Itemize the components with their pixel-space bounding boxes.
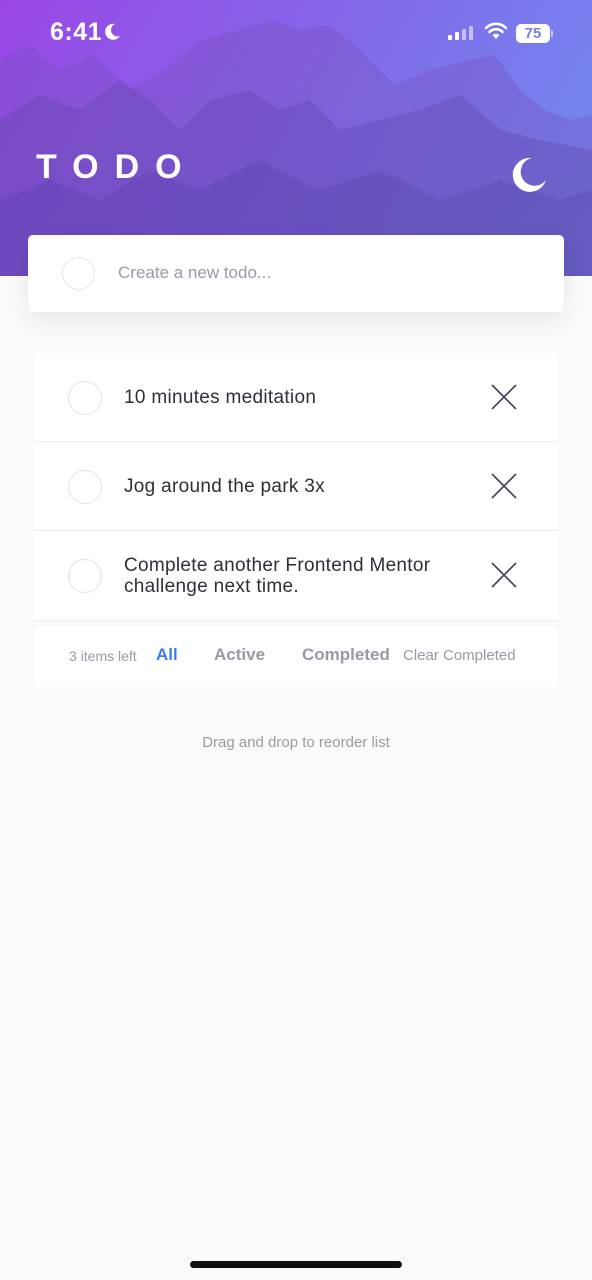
filter-completed[interactable]: Completed (302, 645, 390, 665)
todo-checkbox[interactable] (68, 381, 102, 415)
status-time: 6:41 (50, 18, 103, 46)
items-left-count: 3 items left (69, 648, 137, 664)
delete-cross-icon[interactable] (490, 383, 518, 411)
todo-text: Complete another Frontend Mentor challen… (124, 554, 431, 597)
battery-level: 75 (516, 24, 550, 43)
app-title: TODO (36, 148, 198, 186)
todo-checkbox[interactable] (68, 470, 102, 504)
home-indicator[interactable] (190, 1261, 402, 1268)
theme-toggle-moon-icon[interactable] (508, 154, 548, 194)
clear-completed-button[interactable]: Clear Completed (403, 647, 516, 664)
cellular-signal-icon (448, 26, 473, 40)
todo-item[interactable]: Complete another Frontend Mentor challen… (34, 531, 558, 621)
drag-drop-hint: Drag and drop to reorder list (202, 734, 390, 751)
focus-moon-icon (105, 23, 120, 40)
todo-item[interactable]: Jog around the park 3x (34, 442, 558, 531)
todo-footer: 3 items left All Active Completed Clear … (34, 626, 558, 687)
new-todo-checkbox[interactable] (62, 257, 95, 290)
delete-cross-icon[interactable] (490, 561, 518, 589)
todo-text: Jog around the park 3x (124, 475, 325, 497)
wifi-icon (484, 22, 508, 39)
todo-checkbox[interactable] (68, 559, 102, 593)
todo-text: 10 minutes meditation (124, 386, 317, 408)
filter-active[interactable]: Active (214, 645, 265, 665)
new-todo-card (28, 235, 564, 312)
battery-tip (551, 30, 553, 37)
status-bar: 6:41 75 (0, 0, 592, 70)
new-todo-input[interactable] (118, 255, 538, 291)
todo-item[interactable]: 10 minutes meditation (34, 353, 558, 442)
filter-all[interactable]: All (156, 645, 178, 665)
delete-cross-icon[interactable] (490, 472, 518, 500)
todo-list: 10 minutes meditation Jog around the par… (34, 353, 558, 621)
